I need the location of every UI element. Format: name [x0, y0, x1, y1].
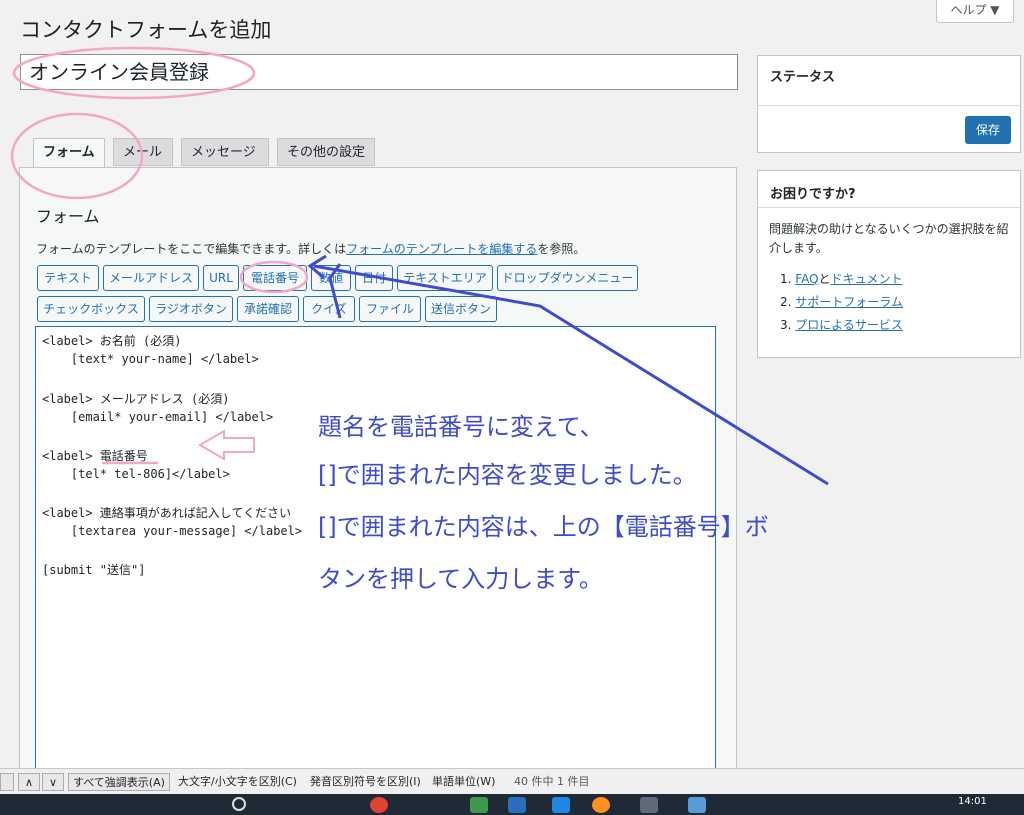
firefox-icon[interactable] [592, 797, 610, 813]
edge-icon[interactable] [508, 797, 526, 813]
chrome-icon[interactable] [370, 797, 388, 813]
app-icon[interactable] [688, 797, 706, 813]
annotation-overlay [10, 46, 829, 486]
blue-arrow-line-icon [313, 264, 829, 486]
find-input[interactable] [0, 773, 14, 791]
highlight-all-toggle[interactable]: すべて強調表示(A) [68, 773, 170, 791]
match-diacritics-toggle[interactable]: 発音区別符号を区別(I) [310, 773, 421, 791]
pink-arrow-icon [198, 429, 255, 461]
title-highlight-circle [12, 46, 256, 100]
blue-arrows [307, 254, 829, 486]
taskbar-clock: 14:01 [958, 796, 987, 807]
tab-highlight-circle [10, 112, 144, 200]
find-previous-icon[interactable]: ∧ [18, 773, 40, 791]
app-icon[interactable] [470, 797, 488, 813]
match-case-toggle[interactable]: 大文字/小文字を区別(C) [178, 773, 297, 791]
whole-words-toggle[interactable]: 単語単位(W) [432, 773, 495, 791]
app-icon[interactable] [640, 797, 658, 813]
find-result-count: 40 件中 1 件目 [514, 775, 590, 788]
os-taskbar: 14:01 [0, 794, 1024, 815]
find-bar: ∧ ∨ すべて強調表示(A) 大文字/小文字を区別(C) 発音区別符号を区別(I… [0, 768, 1024, 795]
tel-button-highlight-circle [239, 260, 309, 294]
find-next-icon[interactable]: ∨ [42, 773, 64, 791]
search-icon[interactable] [232, 797, 246, 811]
mail-icon[interactable] [552, 797, 570, 813]
